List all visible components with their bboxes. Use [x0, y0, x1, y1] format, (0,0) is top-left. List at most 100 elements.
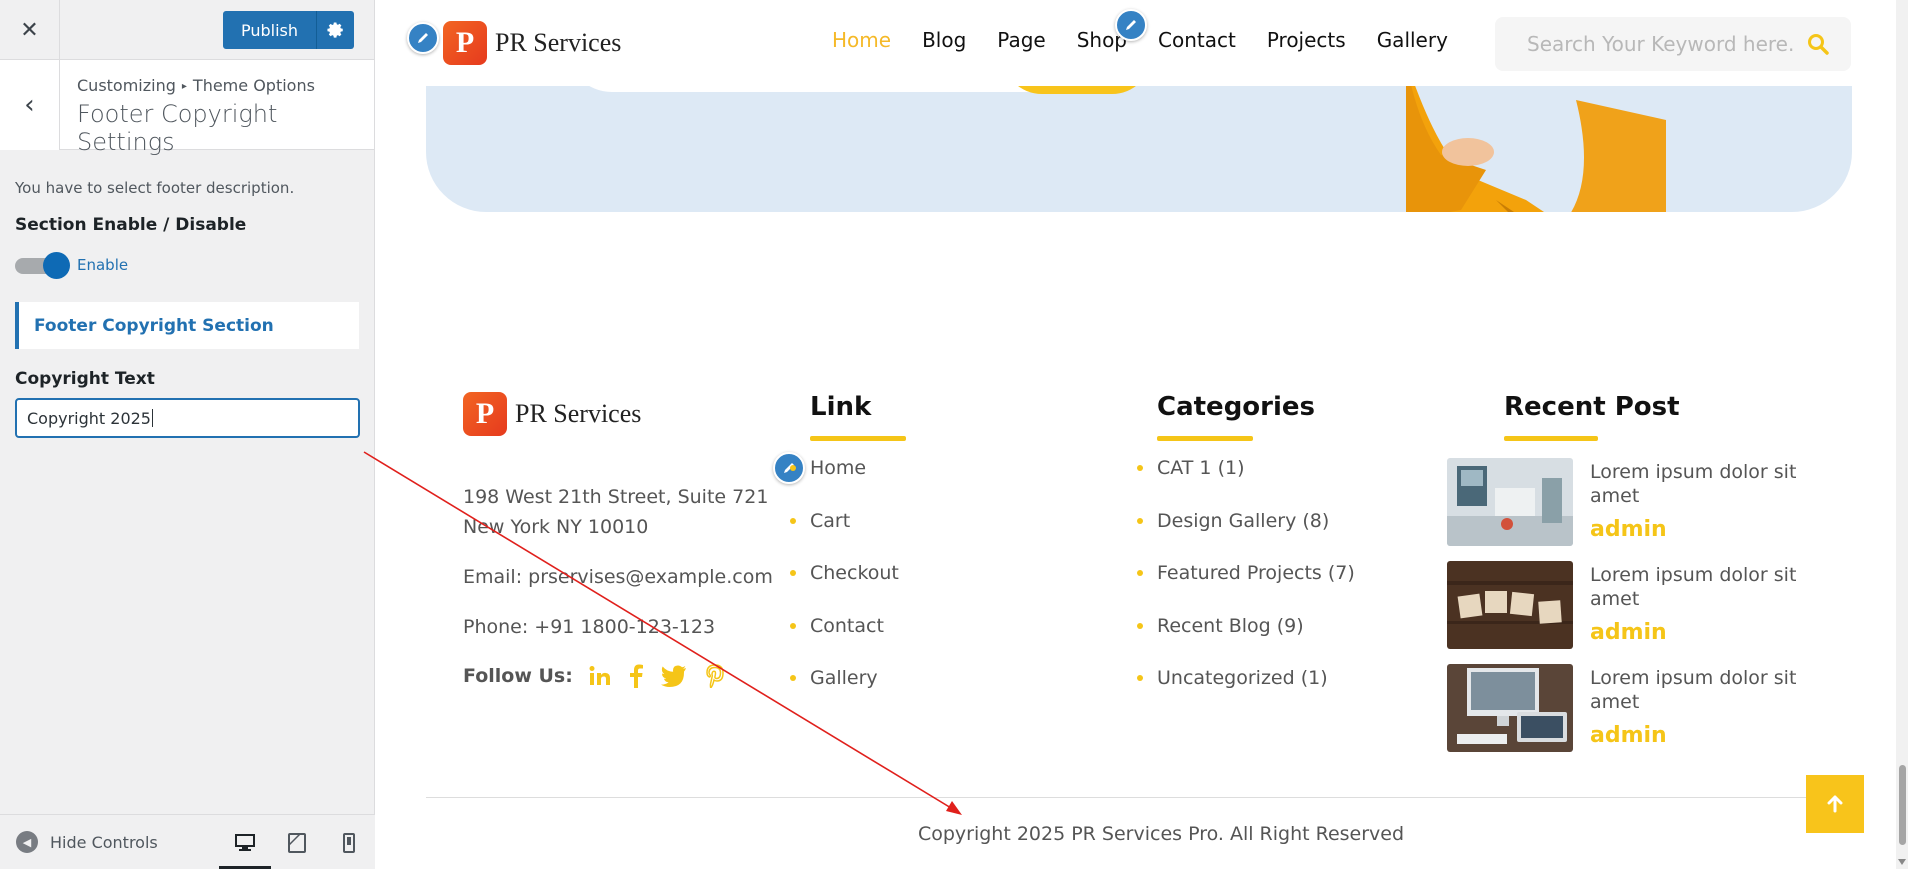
collapse-icon: ◀	[16, 831, 38, 853]
category-item[interactable]: CAT 1 (1)	[1137, 457, 1244, 479]
footer-link-item[interactable]: Cart	[790, 510, 850, 532]
search-input[interactable]: Search Your Keyword here.	[1495, 17, 1851, 71]
footer-link-item[interactable]: Contact	[790, 615, 884, 637]
footer-copyright-text: Copyright 2025 PR Services Pro. All Righ…	[917, 823, 1405, 845]
nav-item-projects[interactable]: Projects	[1267, 28, 1346, 52]
post-thumbnail[interactable]	[1447, 458, 1573, 546]
pinterest-icon[interactable]	[705, 664, 725, 688]
breadcrumb-root: Customizing	[77, 76, 176, 95]
copyright-text-input[interactable]: Copyright 2025	[15, 398, 360, 438]
post-thumbnail[interactable]	[1447, 561, 1573, 649]
device-switcher	[219, 815, 375, 869]
footer-links-title: Link	[810, 392, 872, 422]
gear-icon[interactable]	[316, 11, 354, 49]
footer-link-label: Gallery	[810, 667, 878, 689]
nav-item-contact[interactable]: Contact	[1158, 28, 1236, 52]
logo-mark: P	[443, 21, 487, 65]
footer-brand-name: PR Services	[515, 399, 642, 428]
footer-divider	[426, 797, 1852, 798]
brand-name: PR Services	[495, 28, 622, 57]
linkedin-icon[interactable]	[589, 665, 611, 687]
footer-categories-title: Categories	[1157, 392, 1316, 422]
breadcrumb: Customizing ▸ Theme Options	[77, 76, 315, 95]
copyright-input-value: Copyright 2025	[27, 408, 151, 428]
footer-link-label: Checkout	[810, 562, 899, 584]
nav-item-home[interactable]: Home	[832, 28, 891, 52]
back-icon[interactable]: ‹	[0, 60, 60, 150]
close-icon[interactable]: ✕	[0, 0, 60, 60]
category-item[interactable]: Design Gallery (8)	[1137, 510, 1329, 532]
facebook-icon[interactable]	[629, 664, 643, 688]
footer-address-line1: 198 West 21th Street, Suite 721	[463, 486, 769, 508]
site-header: P PR Services Home Blog Page Shop Contac…	[376, 0, 1896, 86]
category-item[interactable]: Recent Blog (9)	[1137, 615, 1304, 637]
footer-link-label: Contact	[810, 615, 884, 637]
post-thumbnail[interactable]	[1447, 664, 1573, 752]
footer-categories-underline	[1157, 436, 1253, 441]
enable-label: Section Enable / Disable	[15, 215, 247, 235]
footer-phone: Phone: +91 1800-123-123	[463, 616, 716, 638]
preview-scrollbar[interactable]	[1896, 0, 1908, 869]
nav-item-blog[interactable]: Blog	[922, 28, 966, 52]
category-label: Recent Blog (9)	[1157, 615, 1304, 637]
social-links	[589, 664, 743, 688]
desktop-icon[interactable]	[219, 815, 271, 869]
footer-link-item[interactable]: Gallery	[790, 667, 878, 689]
section-header: ‹ Customizing ▸ Theme Options Footer Copyr…	[0, 60, 374, 156]
tablet-icon[interactable]	[271, 815, 323, 869]
header-logo[interactable]: P PR Services	[443, 21, 621, 65]
scroll-to-top-button[interactable]	[1806, 775, 1864, 833]
toggle-state-label: Enable	[77, 256, 129, 274]
breadcrumb-parent: Theme Options	[192, 76, 315, 95]
scrollbar-down-arrow[interactable]	[1898, 859, 1906, 865]
post-author[interactable]: admin	[1590, 723, 1667, 748]
enable-toggle-row: Enable	[15, 249, 359, 281]
post-author[interactable]: admin	[1590, 517, 1667, 542]
footer-recent-underline	[1504, 436, 1598, 441]
customizer-sidebar: ✕ Publish ‹ Customizing ▸ Theme Options Fo…	[0, 0, 375, 869]
category-item[interactable]: Uncategorized (1)	[1137, 667, 1328, 689]
footer-email: Email: prservises@example.com	[463, 566, 773, 588]
customizer-header: ✕ Publish	[0, 0, 374, 60]
nav-item-page[interactable]: Page	[997, 28, 1045, 52]
twitter-icon[interactable]	[660, 665, 687, 687]
footer-links-underline	[810, 436, 906, 441]
category-label: Uncategorized (1)	[1157, 667, 1328, 689]
controls-panel: You have to select footer description. S…	[0, 179, 374, 438]
publish-button[interactable]: Publish	[222, 11, 316, 49]
search-icon[interactable]	[1807, 33, 1829, 55]
footer-link-item[interactable]: Checkout	[790, 562, 899, 584]
follow-us-row: Follow Us:	[463, 664, 743, 688]
hide-controls-button[interactable]: ◀ Hide Controls	[16, 831, 158, 853]
scrollbar-thumb[interactable]	[1899, 765, 1906, 845]
footer-logo[interactable]: P PR Services	[463, 392, 641, 436]
post-title[interactable]: Lorem ipsum dolor sit amet	[1590, 666, 1820, 714]
follow-us-label: Follow Us:	[463, 665, 573, 687]
site-preview: P PR Services Home Blog Page Shop Contac…	[376, 0, 1908, 869]
footer-copyright-subsection[interactable]: Footer Copyright Section	[15, 302, 359, 349]
footer-address-line2: New York NY 10010	[463, 516, 649, 538]
arrow-up-icon	[1827, 795, 1843, 813]
footer-link-label: Home	[810, 457, 867, 479]
category-item[interactable]: Featured Projects (7)	[1137, 562, 1355, 584]
footer-link-item[interactable]: Home	[790, 457, 866, 479]
enable-toggle[interactable]	[15, 251, 71, 279]
copyright-text-label: Copyright Text	[15, 369, 155, 389]
post-author[interactable]: admin	[1590, 620, 1667, 645]
customizer-footer: ◀ Hide Controls	[0, 814, 375, 869]
category-label: Featured Projects (7)	[1157, 562, 1355, 584]
footer-link-label: Cart	[810, 510, 851, 532]
footer-logo-mark: P	[463, 392, 507, 436]
post-title[interactable]: Lorem ipsum dolor sit amet	[1590, 563, 1820, 611]
category-label: Design Gallery (8)	[1157, 510, 1330, 532]
category-label: CAT 1 (1)	[1157, 457, 1245, 479]
edit-pencil-icon[interactable]	[1115, 9, 1147, 41]
footer-recent-title: Recent Post	[1504, 392, 1680, 422]
mobile-icon[interactable]	[323, 815, 375, 869]
nav-item-gallery[interactable]: Gallery	[1377, 28, 1448, 52]
edit-pencil-icon[interactable]	[407, 22, 439, 54]
post-title[interactable]: Lorem ipsum dolor sit amet	[1590, 460, 1820, 508]
hide-controls-label: Hide Controls	[50, 832, 158, 852]
main-nav: Home Blog Page Shop Contact Projects Gal…	[832, 28, 1479, 52]
section-description: You have to select footer description.	[15, 179, 295, 197]
